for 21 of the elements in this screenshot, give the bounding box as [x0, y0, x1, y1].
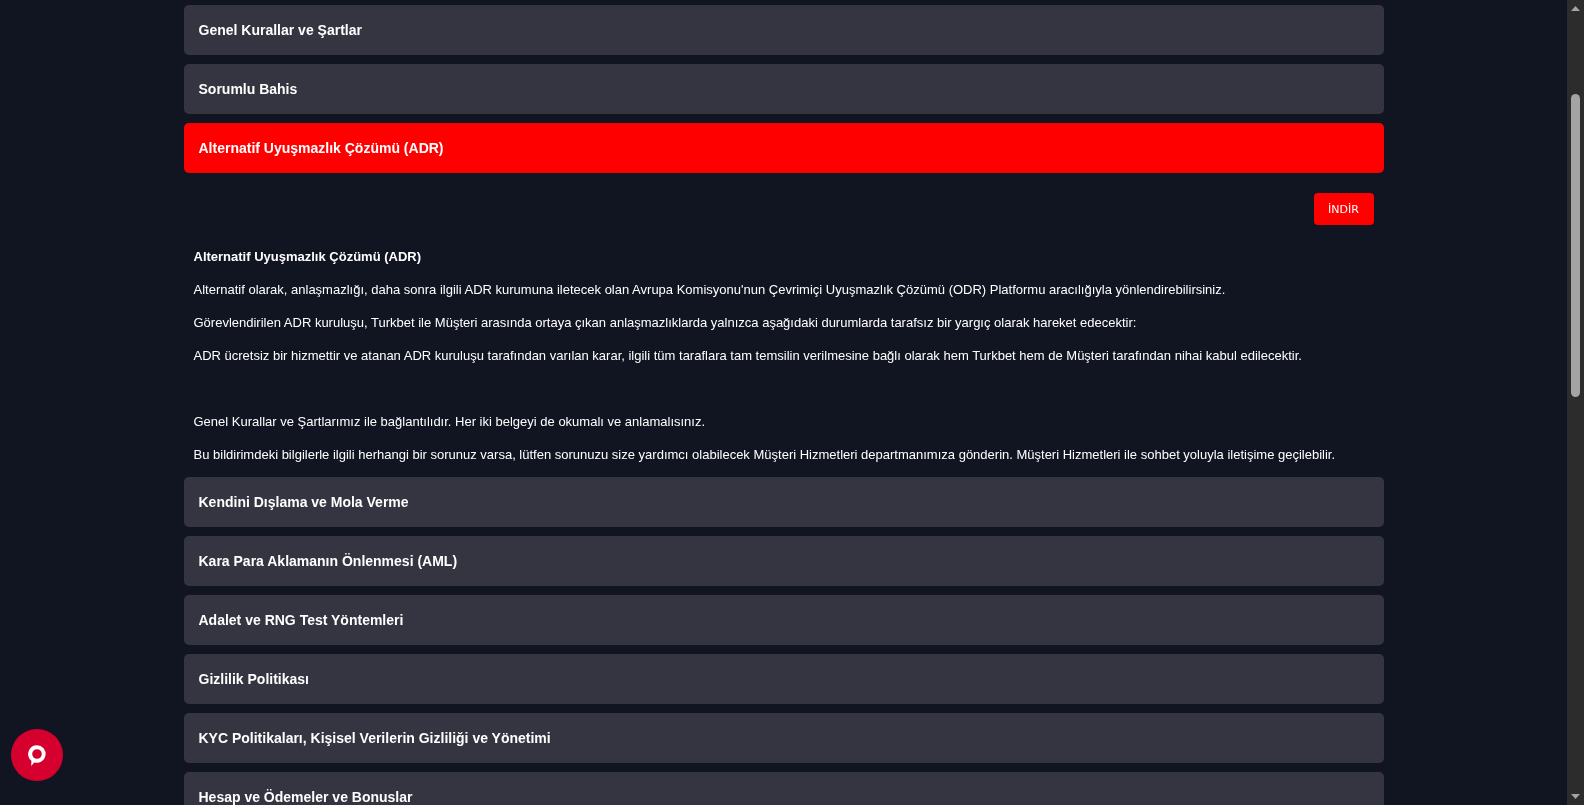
paragraph: ADR ücretsiz bir hizmettir ve atanan ADR kuruluşu tarafından varılan karar, ilgili tüm taraflara tam temsilin verilmesine bağlı olarak hem Turkbet hem de Müşteri tarafından nihai kabul edilecektir.: [193, 347, 1303, 365]
accordion-header[interactable]: Sorumlu Bahis: [183, 64, 1384, 114]
accordion-header[interactable]: Kendini Dışlama ve Mola Verme: [183, 477, 1384, 527]
chat-bubble-icon: [26, 742, 48, 768]
chat-button[interactable]: [11, 729, 63, 781]
content-heading: Alternatif Uyuşmazlık Çözümü (ADR): [193, 248, 423, 266]
download-button[interactable]: İNDİR: [1313, 193, 1374, 225]
paragraph: Görevlendirilen ADR kuruluşu, Turkbet ile Müşteri arasında ortaya çıkan anlaşmazlıklarda yalnızca aşağıdaki durumlarda tarafsız bir yargıç olarak hareket edecektir:: [193, 314, 1138, 332]
paragraph: Bu bildirimdeki bilgilerle ilgili herhangi bir sorunuz varsa, lütfen sorunuzu size yardımcı olabilecek Müşteri Hizmetleri departmanımıza gönderin. Müşteri Hizmetleri ile sohbet yoluyla iletişime geçilebilir.: [193, 446, 1337, 464]
accordion-header[interactable]: Hesap ve Ödemeler ve Bonuslar: [183, 772, 1384, 805]
scrollbar-thumb[interactable]: [1571, 94, 1580, 397]
accordion-header[interactable]: Gizlilik Politikası: [183, 654, 1384, 704]
accordion-header[interactable]: Adalet ve RNG Test Yöntemleri: [183, 595, 1384, 645]
scroll-down-icon[interactable]: [1571, 794, 1580, 799]
paragraph: Genel Kurallar ve Şartlarımız ile bağlantılıdır. Her iki belgeyi de okumalı ve anlamalısınız.: [193, 413, 707, 431]
accordion-header[interactable]: KYC Politikaları, Kişisel Verilerin Gizliliği ve Yönetimi: [183, 713, 1384, 763]
accordion-header[interactable]: Alternatif Uyuşmazlık Çözümü (ADR): [183, 123, 1384, 173]
accordion-header[interactable]: Genel Kurallar ve Şartlar: [183, 5, 1384, 55]
accordion-header[interactable]: Kara Para Aklamanın Önlenmesi (AML): [183, 536, 1384, 586]
scroll-up-icon[interactable]: [1571, 6, 1580, 11]
paragraph: Alternatif olarak, anlaşmazlığı, daha sonra ilgili ADR kurumuna iletecek olan Avrupa Komisyonu'nun Çevrimiçi Uyuşmazlık Çözümü (ODR) Platformu aracılığıyla yönlendirebilirsiniz.: [193, 281, 1227, 299]
